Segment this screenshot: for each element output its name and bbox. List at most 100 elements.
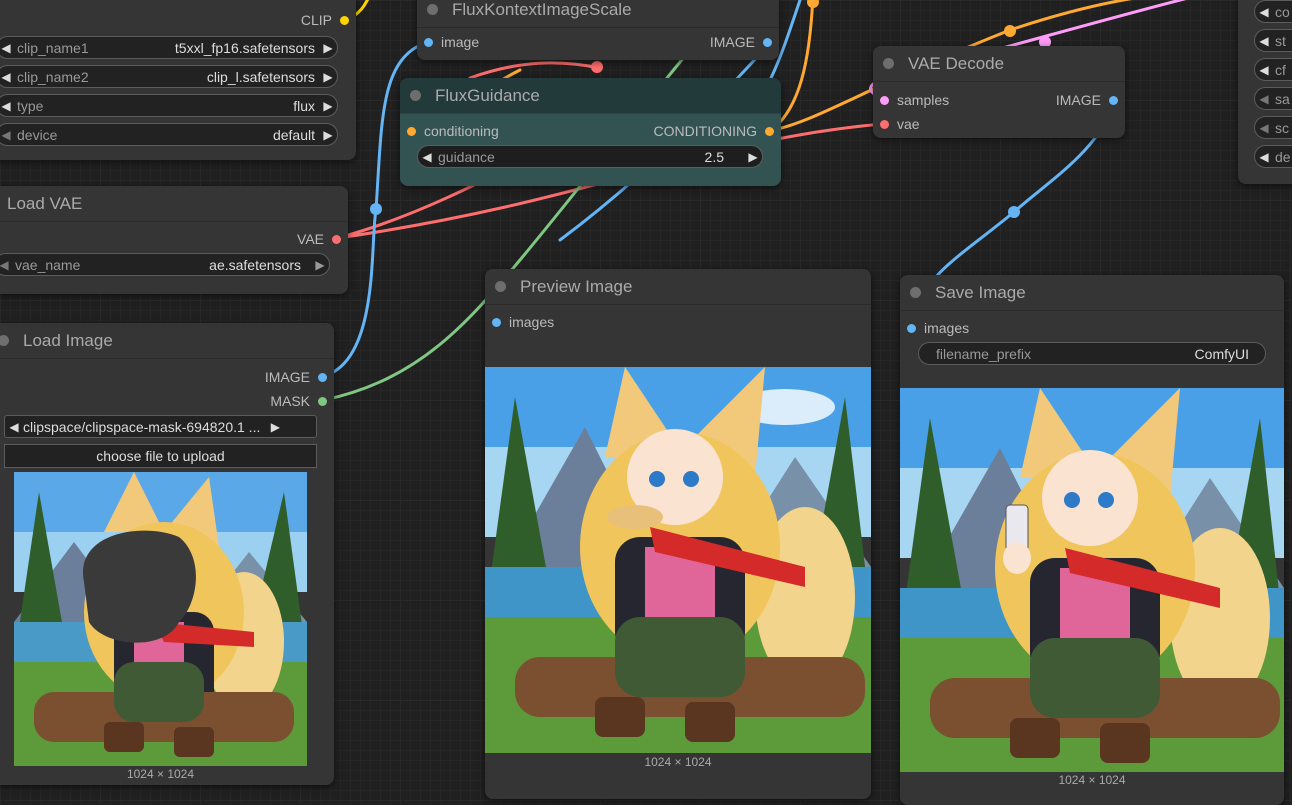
clip-name1-combo[interactable]: ◀ clip_name1 t5xxl_fp16.safetensors ▶	[0, 36, 338, 59]
node-title-bar[interactable]: Preview Image	[485, 269, 871, 305]
arrow-right-icon[interactable]: ▶	[266, 420, 284, 434]
latent-socket-icon[interactable]	[880, 95, 889, 105]
ksampler-widget-2[interactable]: ◀ st	[1254, 29, 1292, 52]
input-samples-label: samples	[897, 92, 950, 108]
input-images[interactable]: images	[485, 311, 554, 333]
load-image-node[interactable]: Load Image IMAGE MASK ◀ clipspace/clipsp…	[0, 323, 334, 785]
collapse-dot-icon[interactable]	[910, 287, 921, 298]
preview-image-node[interactable]: Preview Image images 1024 × 1024	[485, 269, 871, 799]
vae-socket-icon[interactable]	[880, 119, 889, 129]
node-title-bar[interactable]: FluxGuidance	[400, 78, 781, 114]
collapse-dot-icon[interactable]	[495, 281, 506, 292]
node-title: Load VAE	[7, 193, 83, 213]
arrow-left-icon[interactable]: ◀	[418, 150, 436, 164]
image-socket-icon[interactable]	[907, 323, 916, 333]
output-vae[interactable]: VAE	[297, 228, 348, 250]
vae-name-label: vae_name	[15, 256, 81, 273]
device-combo[interactable]: ◀ device default ▶	[0, 123, 338, 146]
clip-name2-combo[interactable]: ◀ clip_name2 clip_l.safetensors ▶	[0, 65, 338, 88]
ksampler-node-partial[interactable]: ◀ co ◀ st ◀ cf ◀ sa ◀ sc ◀ de	[1238, 0, 1292, 184]
ksampler-widget-3[interactable]: ◀ cf	[1254, 58, 1292, 81]
flux-guidance-node[interactable]: FluxGuidance conditioning CONDITIONING ◀…	[400, 78, 781, 186]
image-size-caption: 1024 × 1024	[126, 767, 195, 781]
output-clip[interactable]: CLIP	[301, 9, 356, 31]
output-image[interactable]: IMAGE	[710, 31, 779, 53]
image-socket-icon[interactable]	[424, 37, 433, 47]
input-vae[interactable]: vae	[873, 113, 920, 135]
choose-file-button[interactable]: choose file to upload	[4, 444, 317, 468]
input-vae-label: vae	[897, 116, 920, 132]
loaded-image-preview	[14, 472, 307, 766]
arrow-right-icon[interactable]: ▶	[319, 70, 337, 84]
arrow-right-icon[interactable]: ▶	[311, 258, 329, 272]
mask-socket-icon[interactable]	[318, 396, 327, 406]
filename-prefix-value: ComfyUI	[1194, 345, 1249, 362]
arrow-left-icon[interactable]: ◀	[0, 99, 15, 113]
arrow-left-icon[interactable]: ◀	[1255, 34, 1273, 48]
ksampler-label-1: co	[1275, 3, 1290, 20]
node-title-bar[interactable]: Load VAE	[0, 186, 348, 222]
image-socket-icon[interactable]	[492, 317, 501, 327]
arrow-left-icon[interactable]: ◀	[1255, 5, 1273, 19]
ksampler-widget-6[interactable]: ◀ de	[1254, 145, 1292, 168]
input-conditioning-label: conditioning	[424, 123, 499, 139]
ksampler-widget-1[interactable]: ◀ co	[1254, 0, 1292, 23]
vae-name-combo[interactable]: ◀ vae_name ae.safetensors ▶	[0, 253, 330, 276]
node-title: Save Image	[935, 282, 1026, 302]
node-title-bar[interactable]: Save Image	[900, 275, 1284, 311]
ksampler-widget-4[interactable]: ◀ sa	[1254, 87, 1292, 110]
arrow-right-icon[interactable]: ▶	[319, 128, 337, 142]
save-image-node[interactable]: Save Image images filename_prefix ComfyU…	[900, 275, 1284, 805]
clip-socket-icon[interactable]	[340, 15, 349, 25]
dual-clip-loader-node[interactable]: CLIP ◀ clip_name1 t5xxl_fp16.safetensors…	[0, 0, 356, 160]
load-vae-node[interactable]: Load VAE VAE ◀ vae_name ae.safetensors ▶	[0, 186, 348, 294]
image-file-value: clipspace/clipspace-mask-694820.1 ...	[23, 418, 261, 435]
input-samples[interactable]: samples	[873, 89, 949, 111]
input-image[interactable]: image	[417, 31, 479, 53]
clip-name2-value: clip_l.safetensors	[206, 68, 315, 85]
arrow-right-icon[interactable]: ▶	[319, 99, 337, 113]
arrow-left-icon[interactable]: ◀	[1255, 63, 1273, 77]
node-title-bar[interactable]: Load Image	[0, 323, 334, 359]
vae-decode-node[interactable]: VAE Decode samples IMAGE vae	[873, 46, 1125, 138]
guidance-number-widget[interactable]: ◀ guidance 2.5 ▶	[417, 145, 763, 168]
filename-prefix-field[interactable]: filename_prefix ComfyUI	[918, 342, 1266, 365]
arrow-left-icon[interactable]: ◀	[1255, 121, 1273, 135]
image-socket-icon[interactable]	[318, 372, 327, 382]
arrow-left-icon[interactable]: ◀	[0, 70, 15, 84]
image-file-combo[interactable]: ◀ clipspace/clipspace-mask-694820.1 ... …	[4, 415, 317, 438]
image-socket-icon[interactable]	[1109, 95, 1118, 105]
arrow-right-icon[interactable]: ▶	[744, 150, 762, 164]
arrow-right-icon[interactable]: ▶	[319, 41, 337, 55]
arrow-left-icon[interactable]: ◀	[5, 420, 23, 434]
node-title-bar[interactable]: VAE Decode	[873, 46, 1125, 82]
image-socket-icon[interactable]	[763, 37, 772, 47]
type-combo[interactable]: ◀ type flux ▶	[0, 94, 338, 117]
output-image-label: IMAGE	[1055, 92, 1101, 108]
arrow-left-icon[interactable]: ◀	[1255, 150, 1273, 164]
collapse-dot-icon[interactable]	[410, 90, 421, 101]
output-image[interactable]: IMAGE	[1056, 89, 1125, 111]
node-title-bar[interactable]: FluxKontextImageScale	[417, 0, 779, 28]
guidance-label: guidance	[438, 148, 495, 165]
output-conditioning[interactable]: CONDITIONING	[654, 120, 781, 142]
output-image[interactable]: IMAGE	[265, 366, 334, 388]
arrow-left-icon[interactable]: ◀	[0, 258, 13, 272]
input-conditioning[interactable]: conditioning	[400, 120, 499, 142]
output-image-label: IMAGE	[264, 369, 310, 385]
ksampler-widget-5[interactable]: ◀ sc	[1254, 116, 1292, 139]
arrow-left-icon[interactable]: ◀	[0, 128, 15, 142]
vae-name-value: ae.safetensors	[209, 256, 301, 273]
arrow-left-icon[interactable]: ◀	[1255, 92, 1273, 106]
collapse-dot-icon[interactable]	[427, 4, 438, 15]
conditioning-socket-icon[interactable]	[407, 126, 416, 136]
arrow-left-icon[interactable]: ◀	[0, 41, 15, 55]
collapse-dot-icon[interactable]	[883, 58, 894, 69]
input-images[interactable]: images	[900, 317, 969, 339]
flux-kontext-image-scale-node[interactable]: FluxKontextImageScale image IMAGE	[417, 0, 779, 60]
guidance-value: 2.5	[704, 148, 724, 165]
vae-socket-icon[interactable]	[332, 234, 341, 244]
collapse-dot-icon[interactable]	[0, 335, 9, 346]
conditioning-socket-icon[interactable]	[765, 126, 774, 136]
output-mask[interactable]: MASK	[270, 390, 334, 412]
